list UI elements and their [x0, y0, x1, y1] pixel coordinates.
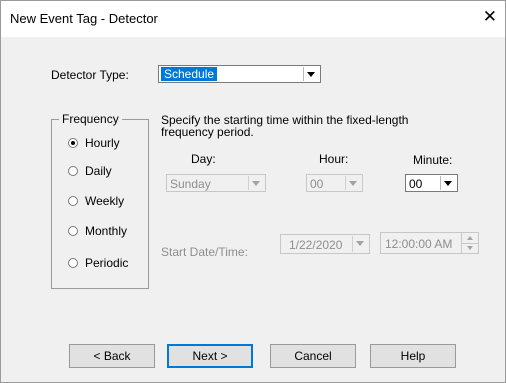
start-date-value: 1/22/2020: [289, 238, 343, 252]
detector-type-select[interactable]: Schedule: [158, 65, 321, 83]
radio-weekly-label: Weekly: [85, 194, 125, 208]
radio-monthly-label: Monthly: [85, 224, 128, 238]
day-value: Sunday: [170, 177, 211, 191]
radio-daily-icon[interactable]: [68, 166, 78, 176]
radio-monthly-icon[interactable]: [68, 226, 78, 236]
radio-hourly-icon[interactable]: [68, 138, 78, 148]
frequency-group-label: Frequency: [59, 112, 122, 126]
detector-type-label: Detector Type:: [51, 68, 129, 82]
dialog-window: New Event Tag - Detector ✕ Detector Type…: [0, 0, 506, 383]
start-date-picker: 1/22/2020: [280, 234, 370, 254]
minute-label: Minute:: [413, 153, 453, 167]
day-label: Day:: [191, 152, 216, 166]
radio-periodic-icon[interactable]: [68, 258, 78, 268]
chevron-down-icon[interactable]: [440, 176, 456, 190]
next-button[interactable]: Next >: [167, 344, 253, 368]
chevron-down-icon[interactable]: [303, 67, 319, 81]
chevron-down-icon: [248, 176, 264, 190]
chevron-down-icon: [352, 236, 368, 252]
radio-periodic-label: Periodic: [85, 256, 129, 270]
radio-daily-label: Daily: [85, 164, 112, 178]
window-title: New Event Tag - Detector: [10, 11, 158, 26]
day-select: Sunday: [166, 174, 266, 192]
detector-type-value: Schedule: [161, 67, 218, 81]
title-bar: New Event Tag - Detector ✕: [1, 1, 505, 37]
help-button[interactable]: Help: [370, 344, 456, 368]
time-spinner: [461, 232, 479, 254]
hour-select: 00: [306, 174, 363, 192]
start-datetime-label: Start Date/Time:: [161, 245, 248, 259]
hour-value: 00: [310, 177, 324, 191]
chevron-down-icon: [345, 176, 361, 190]
spin-down-icon: [462, 243, 478, 253]
hour-label: Hour:: [319, 152, 349, 166]
minute-value: 00: [409, 177, 423, 191]
radio-weekly-icon[interactable]: [68, 196, 78, 206]
start-time-field: 12:00:00 AM: [380, 232, 462, 254]
schedule-description-line2: frequency period.: [161, 125, 254, 139]
start-time-value: 12:00:00 AM: [385, 237, 453, 251]
close-icon[interactable]: ✕: [483, 7, 497, 27]
minute-select[interactable]: 00: [405, 174, 458, 192]
back-button[interactable]: < Back: [69, 344, 155, 368]
radio-hourly-label: Hourly: [85, 136, 120, 150]
cancel-button[interactable]: Cancel: [270, 344, 356, 368]
